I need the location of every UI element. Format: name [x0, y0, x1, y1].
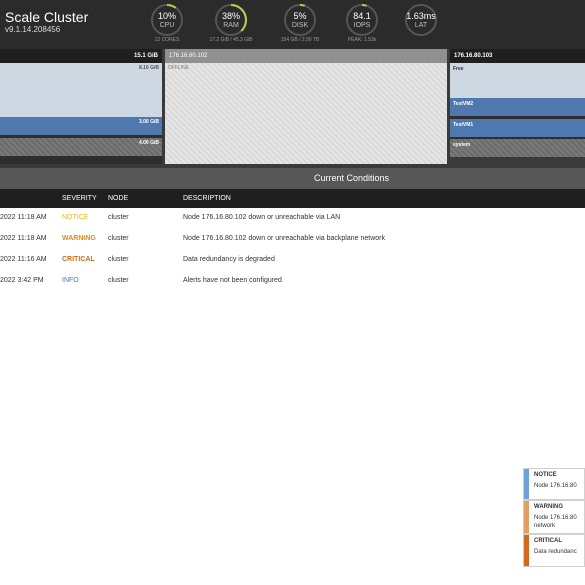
row-severity: NOTICE [62, 214, 89, 221]
top-header: Scale Cluster v9.1.14.208456 10% CPU 12 … [0, 0, 585, 49]
notice-toast-body: Node 176.16.80 [534, 483, 577, 489]
iops-label: IOPS [353, 22, 371, 29]
table-row[interactable]: 2022 11:18 AM NOTICE cluster Node 176.16… [0, 208, 585, 228]
cpu-value: 10% [157, 11, 176, 21]
conditions-title-bar[interactable]: Current Conditions [0, 168, 585, 189]
latency-label: LAT [414, 22, 428, 29]
warning-toast-stripe [524, 501, 529, 533]
row-severity: INFO [62, 277, 79, 284]
notice-toast-title: NOTICE [534, 472, 557, 478]
row-node: cluster [108, 235, 129, 242]
node-middle-status: OFFLINE [168, 65, 190, 71]
ram-label: RAM [223, 22, 239, 29]
app-version: v9.1.14.208456 [5, 25, 61, 34]
node-left-system: 4.00 GiB [0, 138, 162, 156]
row-severity: CRITICAL [62, 256, 95, 263]
node-right-testvm1[interactable]: TestVM1 [450, 119, 585, 137]
node-left-total: 15.1 GiB [0, 49, 162, 63]
iops-sub: PEAK: 1.53k [347, 37, 377, 43]
conditions-table-header: SEVERITY NODE DESCRIPTION [0, 189, 585, 208]
cpu-gauge[interactable]: 10% CPU 12 CORES [137, 2, 197, 46]
warning-toast-title: WARNING [534, 504, 563, 510]
node-left-footer [0, 156, 162, 164]
iops-value: 84.1 [353, 11, 371, 21]
node-left-free: 8.10 GiB [0, 63, 162, 117]
disk-value: 5% [293, 11, 307, 21]
critical-toast-body: Data redundanc [534, 549, 577, 555]
notice-toast[interactable]: NOTICE Node 176.16.80 [523, 468, 585, 500]
row-severity: WARNING [62, 235, 96, 242]
row-node: cluster [108, 214, 129, 221]
node-middle[interactable]: 176.16.80.102 OFFLINE [165, 49, 447, 164]
table-row[interactable]: 2022 11:16 AM CRITICAL cluster Data redu… [0, 250, 585, 270]
node-column-header[interactable]: NODE [108, 189, 128, 208]
conditions-title: Current Conditions [314, 173, 390, 183]
row-node: cluster [108, 277, 129, 284]
row-description: Data redundancy is degraded [183, 256, 275, 263]
disk-label: DISK [291, 22, 309, 29]
critical-toast-stripe [524, 535, 529, 566]
cpu-label: CPU [159, 22, 175, 29]
critical-toast-title: CRITICAL [534, 538, 562, 544]
node-right-testvm2[interactable]: TestVM2 [450, 98, 585, 116]
ram-sub: 17.2 GiB / 45.3 GiB [209, 37, 253, 43]
row-node: cluster [108, 256, 129, 263]
ram-gauge[interactable]: 38% RAM 17.2 GiB / 45.3 GiB [201, 2, 261, 46]
ram-value: 38% [221, 11, 240, 21]
table-row[interactable]: 2022 11:18 AM WARNING cluster Node 176.1… [0, 229, 585, 249]
row-time: 2022 11:18 AM [0, 214, 47, 221]
node-right-free: Free [450, 63, 585, 98]
node-middle-ip: 176.16.80.102 [165, 49, 447, 63]
node-left-vm[interactable]: 3.00 GiB [0, 117, 162, 135]
disk-gauge[interactable]: 5% DISK 154 GB / 2.90 TB [270, 2, 330, 46]
row-description: Alerts have not been configured [183, 277, 282, 284]
latency-value: 1.63ms [406, 11, 436, 21]
description-column-header[interactable]: DESCRIPTION [183, 189, 231, 208]
iops-gauge[interactable]: 84.1 IOPS PEAK: 1.53k [332, 2, 392, 46]
node-right-ip: 176.16.80.103 [450, 49, 585, 63]
warning-toast-body: Node 176.16.80 network [534, 515, 577, 529]
latency-gauge[interactable]: 1.63ms LAT [391, 2, 451, 46]
notice-toast-stripe [524, 469, 529, 499]
row-time: 2022 11:18 AM [0, 235, 47, 242]
node-right-system: system [450, 139, 585, 157]
row-description: Node 176.16.80.102 down or unreachable v… [183, 235, 385, 242]
node-strip: 15.1 GiB 8.10 GiB 3.00 GiB 4.00 GiB 176.… [0, 49, 585, 168]
row-description: Node 176.16.80.102 down or unreachable v… [183, 214, 341, 221]
critical-toast[interactable]: CRITICAL Data redundanc [523, 534, 585, 567]
app-title: Scale Cluster [5, 9, 89, 25]
row-time: 2022 3:42 PM [0, 277, 44, 284]
table-row[interactable]: 2022 3:42 PM INFO cluster Alerts have no… [0, 271, 585, 291]
warning-toast[interactable]: WARNING Node 176.16.80 network [523, 500, 585, 534]
node-left[interactable]: 15.1 GiB 8.10 GiB 3.00 GiB 4.00 GiB [0, 49, 162, 164]
severity-column-header[interactable]: SEVERITY [62, 189, 97, 208]
node-right[interactable]: 176.16.80.103 Free TestVM2 TestVM1 syste… [450, 49, 585, 164]
row-time: 2022 11:16 AM [0, 256, 47, 263]
